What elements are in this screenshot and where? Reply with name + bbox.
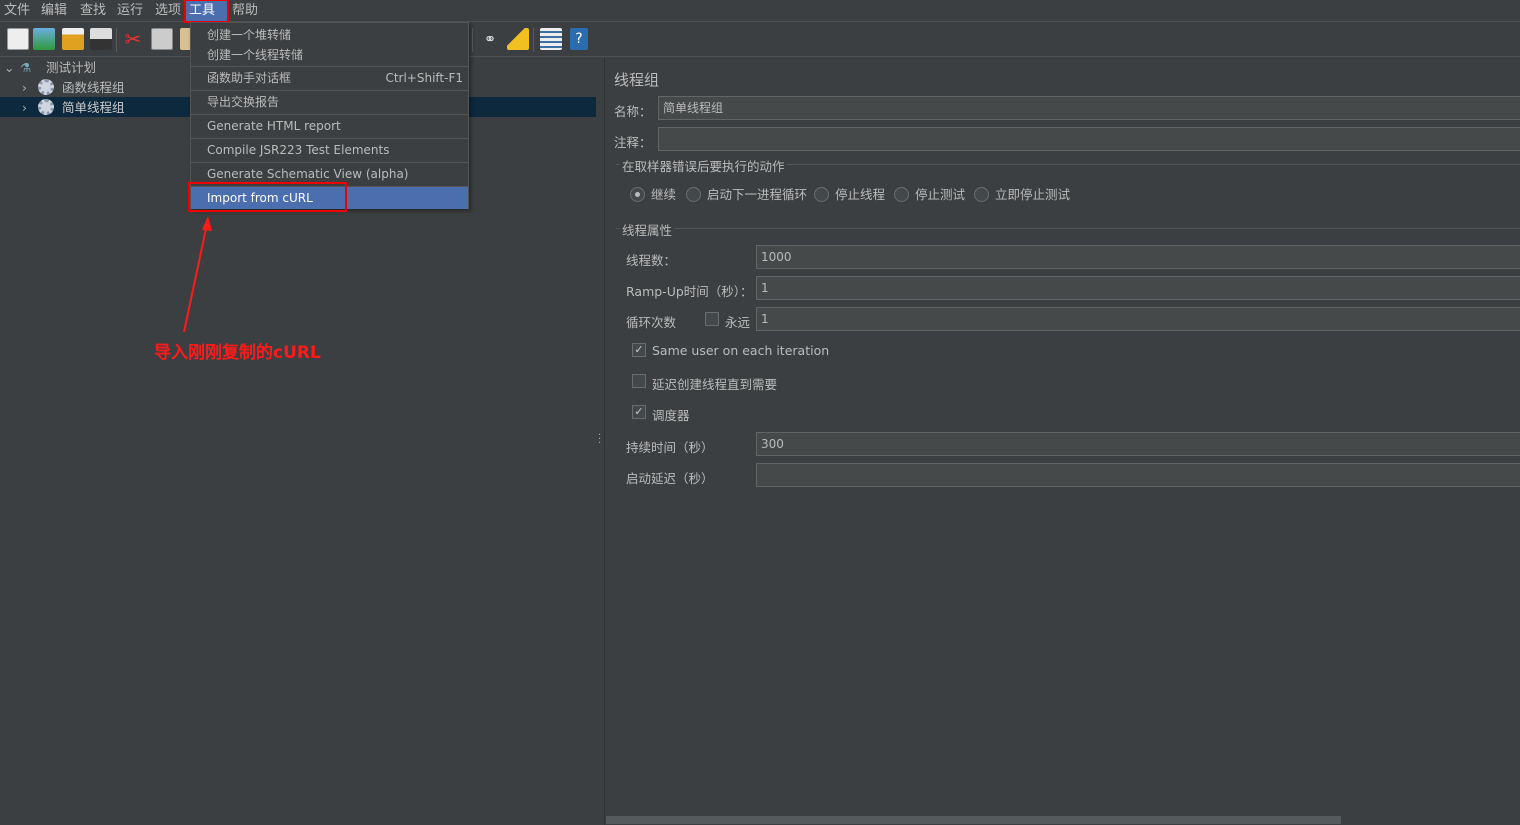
- function-helper-icon[interactable]: [540, 28, 562, 50]
- comment-input[interactable]: [658, 127, 1520, 151]
- save-icon[interactable]: [90, 28, 112, 50]
- radio-icon: [814, 187, 829, 202]
- forever-checkbox[interactable]: [705, 312, 719, 326]
- chevron-down-icon[interactable]: ⌄: [4, 58, 16, 78]
- radio-label: 继续: [651, 187, 677, 202]
- comment-label: 注释：: [614, 135, 652, 150]
- name-input[interactable]: 简单线程组: [658, 96, 1520, 120]
- horizontal-scrollbar[interactable]: [606, 816, 1341, 824]
- chevron-right-icon[interactable]: ›: [22, 78, 34, 98]
- annotation-text: 导入刚刚复制的cURL: [154, 343, 321, 363]
- menu-run[interactable]: 运行: [113, 0, 147, 22]
- menu-item-generate-html-report[interactable]: Generate HTML report: [191, 115, 468, 138]
- name-label: 名称：: [614, 104, 652, 119]
- tools-menu: 创建一个堆转储 创建一个线程转储 函数助手对话框 Ctrl+Shift-F1 导出…: [190, 22, 469, 209]
- tree-node-test-plan[interactable]: ⌄ ⚗ 测试计划: [4, 58, 96, 78]
- radio-icon: [686, 187, 701, 202]
- gear-icon: [37, 99, 54, 115]
- radio-icon: [630, 187, 645, 202]
- startup-delay-label: 启动延迟（秒）: [626, 471, 714, 486]
- menu-item-function-helper[interactable]: 函数助手对话框 Ctrl+Shift-F1: [191, 67, 468, 90]
- cut-icon[interactable]: ✂: [122, 28, 144, 50]
- annotation-arrow: [183, 216, 212, 333]
- menu-search[interactable]: 查找: [76, 0, 110, 22]
- gear-icon: [37, 79, 54, 95]
- delay-thread-creation-checkbox[interactable]: [632, 374, 646, 388]
- rampup-input[interactable]: 1: [756, 276, 1520, 300]
- radio-label: 停止测试: [915, 187, 966, 202]
- clear-all-icon[interactable]: [507, 28, 529, 50]
- duration-label: 持续时间（秒）: [626, 440, 714, 455]
- search-icon[interactable]: ⚭: [479, 28, 501, 50]
- tree-node-simple-thread-group[interactable]: › 简单线程组: [22, 98, 124, 118]
- copy-icon[interactable]: [151, 28, 173, 50]
- templates-icon[interactable]: [33, 28, 55, 50]
- open-icon[interactable]: [62, 28, 84, 50]
- radio-icon: [894, 187, 909, 202]
- duration-input[interactable]: 300: [756, 432, 1520, 456]
- menu-item-thread-dump[interactable]: 创建一个线程转储: [191, 45, 468, 66]
- scheduler-label: 调度器: [652, 408, 690, 423]
- flask-icon: ⚗: [19, 60, 32, 75]
- loop-label: 循环次数: [626, 315, 677, 330]
- forever-label: 永远: [725, 315, 751, 330]
- highlight-box: [188, 182, 347, 212]
- menu-item-label: 函数助手对话框: [207, 71, 292, 85]
- threads-input[interactable]: 1000: [756, 245, 1520, 269]
- radio-stop-thread[interactable]: 停止线程: [814, 184, 885, 203]
- scheduler-checkbox[interactable]: ✓: [632, 405, 646, 419]
- tree-node-label: 函数线程组: [61, 80, 125, 95]
- shortcut-label: Ctrl+Shift-F1: [385, 71, 463, 85]
- menu-item-compile-jsr223[interactable]: Compile JSR223 Test Elements: [191, 139, 468, 162]
- help-icon[interactable]: ?: [570, 28, 588, 50]
- menu-item-export-transactions[interactable]: 导出交换报告: [191, 91, 468, 114]
- same-user-checkbox[interactable]: ✓: [632, 343, 646, 357]
- menu-bar: 文件 编辑 查找 运行 选项 工具 帮助: [0, 0, 1520, 23]
- rampup-label: Ramp-Up时间（秒）：: [626, 284, 753, 299]
- radio-stop-test[interactable]: 停止测试: [894, 184, 965, 203]
- radio-start-next-loop[interactable]: 启动下一进程循环: [686, 184, 807, 203]
- same-user-label: Same user on each iteration: [652, 343, 830, 358]
- menu-tools[interactable]: 工具: [184, 0, 229, 23]
- new-icon[interactable]: [7, 28, 29, 50]
- radio-label: 启动下一进程循环: [707, 187, 808, 202]
- chevron-right-icon[interactable]: ›: [22, 98, 34, 118]
- loop-input[interactable]: 1: [756, 307, 1520, 331]
- error-action-group-title: 在取样器错误后要执行的动作: [620, 156, 787, 175]
- tree-node-function-thread-group[interactable]: › 函数线程组: [22, 78, 124, 98]
- threads-label: 线程数：: [626, 253, 677, 268]
- tree-node-label: 简单线程组: [61, 100, 125, 115]
- radio-label: 立即停止测试: [995, 187, 1071, 202]
- radio-label: 停止线程: [835, 187, 886, 202]
- page-title: 线程组: [614, 71, 660, 89]
- split-pane-divider[interactable]: · · ·: [596, 58, 605, 825]
- radio-stop-test-now[interactable]: 立即停止测试: [974, 184, 1070, 203]
- thread-props-group-title: 线程属性: [620, 220, 675, 239]
- menu-file[interactable]: 文件: [0, 0, 34, 22]
- radio-icon: [974, 187, 989, 202]
- delay-thread-creation-label: 延迟创建线程直到需要: [652, 377, 778, 392]
- menu-edit[interactable]: 编辑: [37, 0, 71, 22]
- menu-options[interactable]: 选项: [151, 0, 185, 22]
- menu-item-heap-dump[interactable]: 创建一个堆转储: [191, 25, 468, 46]
- startup-delay-input[interactable]: [756, 463, 1520, 487]
- thread-group-panel: 线程组 名称： 简单线程组 注释： 在取样器错误后要执行的动作 继续 启动下一进…: [606, 58, 1520, 825]
- radio-continue[interactable]: 继续: [630, 184, 676, 203]
- tree-node-label: 测试计划: [45, 60, 96, 75]
- menu-help[interactable]: 帮助: [228, 0, 262, 22]
